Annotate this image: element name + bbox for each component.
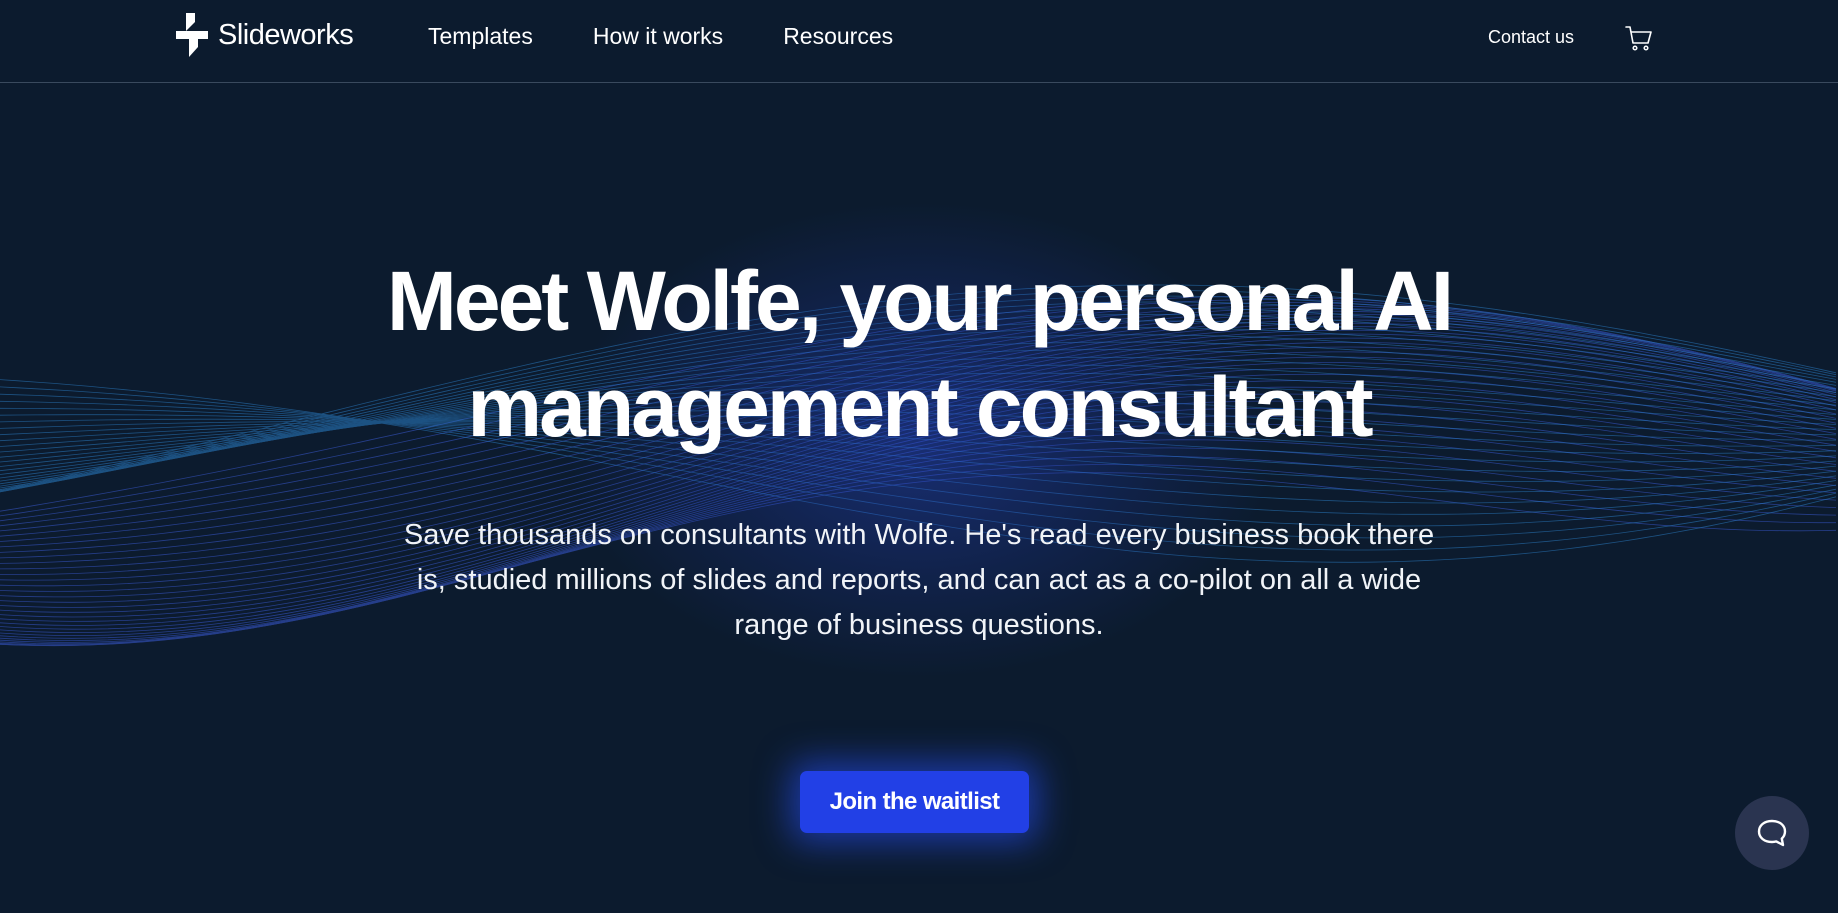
- logo[interactable]: Slideworks: [176, 13, 354, 57]
- shopping-cart-icon[interactable]: [1625, 24, 1653, 52]
- hero-title: Meet Wolfe, your personal AI management …: [0, 248, 1838, 460]
- nav-templates[interactable]: Templates: [428, 20, 533, 52]
- landing-page: Slideworks Templates How it works Resour…: [0, 0, 1838, 913]
- contact-us-link[interactable]: Contact us: [1488, 24, 1574, 50]
- site-header: Slideworks Templates How it works Resour…: [0, 0, 1838, 83]
- join-waitlist-button[interactable]: Join the waitlist: [800, 771, 1029, 833]
- hero-subtitle: Save thousands on consultants with Wolfe…: [403, 519, 1435, 641]
- slideworks-logo-icon: [176, 13, 208, 57]
- hero-title-line-2: management consultant: [467, 360, 1373, 454]
- nav-resources[interactable]: Resources: [783, 20, 893, 52]
- brand-name: Slideworks: [218, 18, 354, 51]
- chat-bubble-icon: [1757, 819, 1787, 847]
- nav-how-it-works[interactable]: How it works: [593, 20, 723, 52]
- main-nav: Templates How it works Resources: [428, 20, 893, 52]
- hero-title-line-1: Meet Wolfe, your personal AI: [386, 254, 1454, 348]
- chat-launcher-button[interactable]: [1735, 796, 1809, 870]
